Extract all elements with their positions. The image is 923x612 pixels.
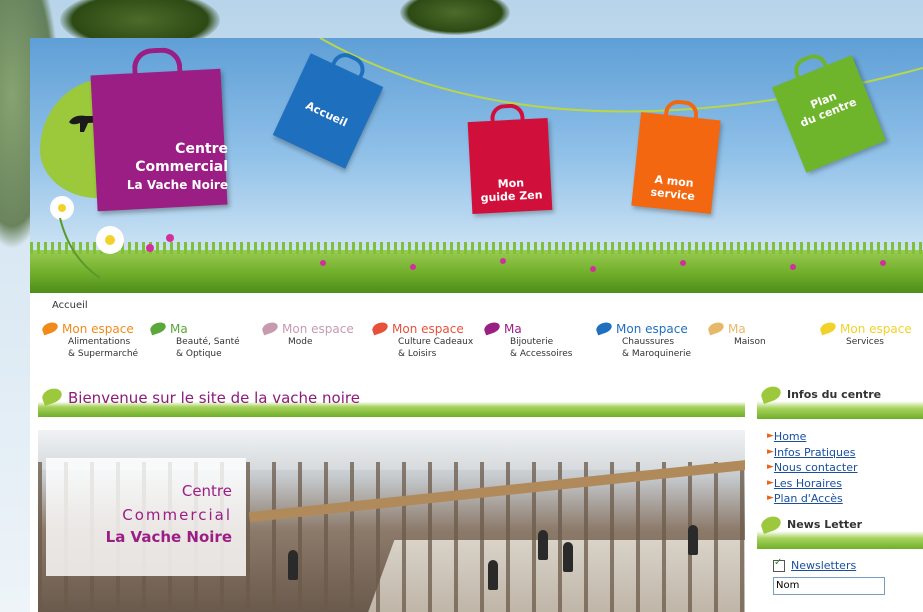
- nav-label-line2: & Maroquinerie: [622, 349, 692, 359]
- nav-prefix: Ma: [504, 322, 522, 336]
- link-text[interactable]: Nous contacter: [774, 461, 858, 474]
- flower-decoration: [590, 266, 596, 272]
- breadcrumb[interactable]: Accueil: [52, 300, 88, 311]
- link-text[interactable]: Les Horaires: [774, 477, 842, 490]
- caption-line-3: La Vache Noire: [105, 528, 232, 546]
- flower-decoration: [880, 260, 886, 266]
- leaf-icon: [759, 513, 783, 534]
- hero-photo: Centre Commercial La Vache Noire: [38, 430, 745, 612]
- nav-label-line2: & Loisirs: [398, 349, 437, 359]
- newsletter-link[interactable]: Newsletters: [791, 559, 856, 572]
- nav-prefix: Mon espace: [840, 322, 912, 336]
- leaf-icon: [818, 320, 838, 336]
- site-logo-text[interactable]: Centre Commercial La Vache Noire: [110, 140, 228, 194]
- infos-links: ►Home ►Infos Pratiques ►Nous contacter ►…: [757, 419, 923, 513]
- newsletter-title: News Letter: [787, 517, 863, 531]
- flower-decoration: [320, 260, 326, 266]
- nav-label-line1: Mode: [288, 337, 313, 347]
- page-frame: Centre Commercial La Vache Noire Accueil…: [30, 38, 923, 612]
- flowers-decoration: [50, 196, 174, 279]
- nav-bag-a-mon-service[interactable]: A mon service: [631, 98, 721, 214]
- flower-decoration: [790, 264, 796, 270]
- sidebar: Infos du centre ►Home ►Infos Pratiques ►…: [757, 383, 923, 595]
- flower-decoration: [410, 264, 416, 270]
- logo-line-1: Centre: [175, 141, 228, 157]
- sidebar-link-home[interactable]: ►Home: [767, 429, 923, 445]
- arrow-icon: ►: [767, 431, 774, 441]
- link-text[interactable]: Plan d'Accès: [774, 492, 843, 505]
- nav-prefix: Mon espace: [616, 322, 688, 336]
- leaf-icon: [148, 320, 168, 336]
- flower-decoration: [680, 260, 686, 266]
- welcome-banner: Bienvenue sur le site de la vache noire: [38, 383, 745, 417]
- infos-title: Infos du centre: [787, 388, 882, 401]
- logo-line-2: Commercial: [135, 159, 228, 175]
- hero-caption: Centre Commercial La Vache Noire: [46, 458, 246, 576]
- nav-label-line1: Maison: [734, 337, 766, 347]
- leaf-icon: [706, 320, 726, 336]
- nav-prefix: Mon espace: [62, 322, 134, 336]
- nav-label-line2: & Accessoires: [510, 349, 573, 359]
- welcome-title: Bienvenue sur le site de la vache noire: [68, 389, 360, 407]
- nav-label-line2: & Optique: [176, 349, 222, 359]
- nav-bag-guide-zen[interactable]: Mon guide Zen: [467, 103, 553, 215]
- nav-prefix: Ma: [728, 322, 746, 336]
- nav-label-line1: Beauté, Santé: [176, 337, 240, 347]
- nav-label-line2: & Supermarché: [68, 349, 139, 359]
- newsletter-header: News Letter: [757, 512, 923, 549]
- nav-prefix: Mon espace: [392, 322, 464, 336]
- sidebar-link-plan-acces[interactable]: ►Plan d'Accès: [767, 491, 923, 507]
- link-text[interactable]: Home: [774, 430, 806, 443]
- bag-label: guide Zen: [480, 188, 543, 205]
- nav-item-bijouterie[interactable]: Ma Bijouterie & Accessoires: [482, 320, 573, 360]
- flower-decoration: [500, 258, 506, 264]
- nav-label-line1: Alimentations: [68, 337, 131, 347]
- nav-item-beaute[interactable]: Ma Beauté, Santé & Optique: [148, 320, 240, 360]
- arrow-icon: ►: [767, 493, 774, 503]
- nav-item-mode[interactable]: Mon espace Mode: [260, 320, 354, 348]
- leaf-icon: [40, 320, 60, 336]
- leaf-icon: [40, 386, 64, 406]
- leaf-icon: [260, 320, 280, 336]
- caption-line-1: Centre: [181, 482, 232, 500]
- infos-header: Infos du centre: [757, 383, 923, 419]
- nav-label-line1: Bijouterie: [510, 337, 554, 347]
- arrow-icon: ►: [767, 446, 774, 457]
- bag-label: Mon: [497, 175, 525, 191]
- leaf-icon: [482, 320, 502, 336]
- site-header: Centre Commercial La Vache Noire Accueil…: [30, 38, 923, 293]
- nav-item-alimentations[interactable]: Mon espace Alimentations & Supermarché: [40, 320, 139, 360]
- nav-label-line1: Culture Cadeaux: [398, 337, 474, 347]
- sidebar-link-infos-pratiques[interactable]: ►Infos Pratiques: [767, 445, 923, 461]
- nav-prefix: Mon espace: [282, 322, 354, 336]
- newsletter-form: Newsletters: [757, 549, 923, 595]
- nav-label-line1: Services: [846, 337, 884, 347]
- nav-item-culture[interactable]: Mon espace Culture Cadeaux & Loisirs: [370, 320, 474, 360]
- sidebar-link-horaires[interactable]: ►Les Horaires: [767, 476, 923, 492]
- nav-prefix: Ma: [170, 322, 188, 336]
- nav-item-maison[interactable]: Ma Maison: [706, 320, 766, 348]
- nav-item-services[interactable]: Mon espace Services: [818, 320, 912, 348]
- caption-line-2: Commercial: [122, 506, 232, 524]
- sidebar-link-contact[interactable]: ►Nous contacter: [767, 460, 923, 476]
- category-nav: Mon espace Alimentations & Supermarché M…: [38, 320, 923, 368]
- leaf-icon: [370, 320, 390, 336]
- nav-label-line1: Chaussures: [622, 337, 675, 347]
- name-field[interactable]: [773, 576, 885, 595]
- leaf-icon: [759, 384, 783, 404]
- arrow-icon: ►: [767, 462, 774, 472]
- link-text[interactable]: Infos Pratiques: [774, 446, 856, 459]
- leaf-icon: [594, 320, 614, 336]
- newsletter-checkbox[interactable]: [773, 557, 785, 572]
- arrow-icon: ►: [767, 477, 774, 488]
- nav-item-chaussures[interactable]: Mon espace Chaussures & Maroquinerie: [594, 320, 692, 360]
